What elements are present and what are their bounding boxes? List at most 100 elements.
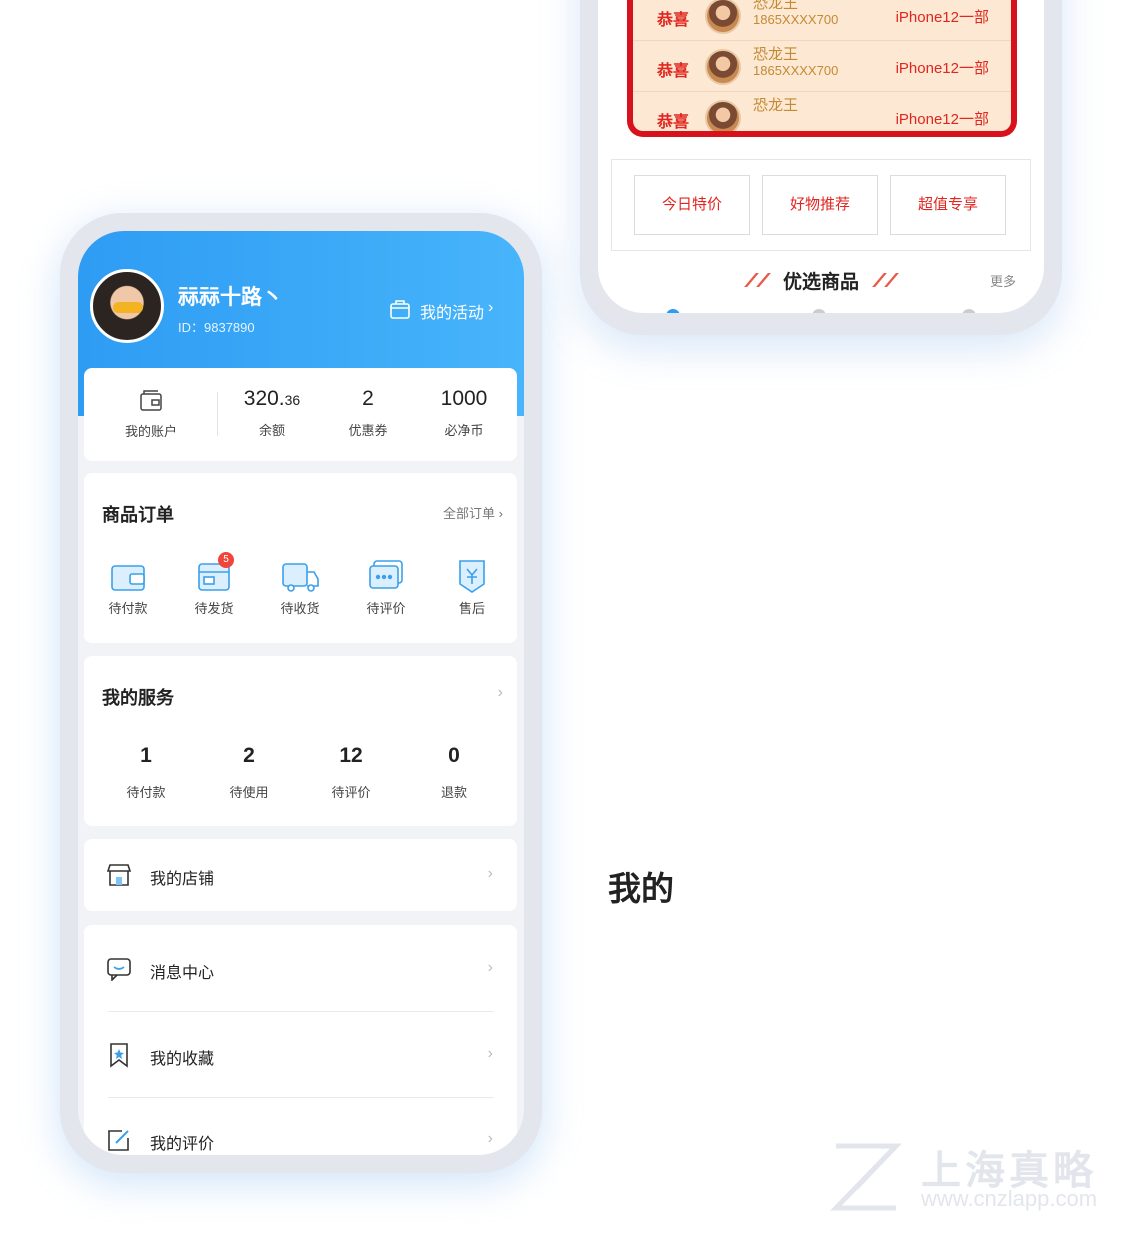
reviews-row[interactable]: 我的评价 › [84,1097,517,1155]
watermark: 上海真略 www.cnzlapp.com [826,1138,1126,1218]
today-deals-button[interactable]: 今日特价 [634,175,750,235]
order-pending-payment[interactable]: 待付款 [98,558,158,617]
shop-icon [106,864,132,886]
tab-icon[interactable] [812,309,826,313]
chevron-right-icon: › [487,865,493,882]
winner-prefix: 恭喜 [657,63,690,80]
account-stats-card: 我的账户 320.36 余额 2 优惠券 1000 必净币 [84,368,517,461]
service-count: 12 [339,744,363,767]
service-label: 待评价 [331,785,371,800]
phone-mockup: 祘祘十路丶 ID：9837890 我的活动 › 我的账户 320.36 余额 2… [60,213,542,1173]
after-sales-icon [459,560,485,593]
messages-row[interactable]: 消息中心 › [84,925,517,1011]
winner-row: 恭喜 恐龙王 1865XXXX700 iPhone12一部 [633,0,1011,41]
service-label: 待使用 [229,785,269,800]
reviews-label: 我的评价 [150,1136,215,1153]
edit-icon [108,1130,129,1151]
avatar[interactable] [90,269,164,343]
truck-icon [282,563,319,592]
brand-logo-icon [830,1143,902,1211]
coupons-value: 2 [362,387,374,410]
order-pending-review[interactable]: 待评价 [356,558,416,617]
page-caption: 我的 [608,870,674,907]
favorites-row[interactable]: 我的收藏 › [84,1011,517,1097]
wallet-icon [140,390,162,411]
chevron-right-icon[interactable]: › [498,684,503,702]
home-screen: 恭喜 恐龙王 1865XXXX700 iPhone12一部 恭喜 恐龙王 186… [598,0,1044,313]
winner-prize: iPhone12一部 [895,60,989,77]
service-to-review[interactable]: 12 待评价 [311,744,391,801]
winner-phone: 1865XXXX700 [753,63,839,78]
my-shop-row[interactable]: 我的店铺 › [84,839,517,911]
tab-indicator [666,309,680,313]
bookmark-icon [110,1043,128,1068]
service-pending-payment[interactable]: 1 待付款 [106,744,186,801]
quick-entry-box: 今日特价 好物推荐 超值专享 [611,159,1031,251]
coins-stat[interactable]: 1000 必净币 [424,368,504,439]
services-title: 我的服务 [102,688,174,708]
order-pending-receipt[interactable]: 待收货 [270,558,330,617]
profile-screen: 祘祘十路丶 ID：9837890 我的活动 › 我的账户 320.36 余额 2… [78,231,524,1155]
order-label: 待付款 [108,601,148,616]
notification-badge: 5 [218,552,234,568]
user-id: ID：9837890 [178,320,255,335]
winner-row: 恭喜 恐龙王 1865XXXX700 iPhone12一部 [633,41,1011,92]
balance-stat[interactable]: 320.36 余额 [232,368,312,439]
coupons-label: 优惠券 [348,423,388,438]
order-pending-shipment[interactable]: 5 待发货 [184,552,244,617]
winner-prize: iPhone12一部 [895,111,989,128]
tab-icon[interactable] [962,309,976,313]
chevron-right-icon: › [488,299,494,316]
service-label: 退款 [440,785,467,800]
menu-list-card: 消息中心 › 我的收藏 › 我的评价 › [84,925,517,1155]
winner-row: 恭喜 恐龙王 iPhone12一部 [633,92,1011,131]
chevron-right-icon: › [487,959,493,976]
winner-prefix: 恭喜 [657,12,690,29]
winner-avatar [705,100,741,131]
secondary-phone-mockup: 恭喜 恐龙王 1865XXXX700 iPhone12一部 恭喜 恐龙王 186… [580,0,1062,335]
winner-avatar [705,49,741,85]
order-label: 售后 [458,601,485,616]
winner-prefix: 恭喜 [657,114,690,131]
divider [217,392,218,436]
more-link[interactable]: 更多 [990,271,1016,290]
coupons-stat[interactable]: 2 优惠券 [328,368,408,439]
winner-prize: iPhone12一部 [895,9,989,26]
winner-phone: 1865XXXX700 [753,12,839,27]
gift-icon [390,300,410,319]
order-label: 待收货 [280,601,320,616]
account-label: 我的账户 [124,424,177,439]
order-label: 待发货 [194,601,234,616]
winner-avatar [705,0,741,34]
favorites-label: 我的收藏 [150,1051,215,1068]
winner-name: 恐龙王 [753,46,799,63]
service-refund[interactable]: 0 退款 [414,744,494,801]
username[interactable]: 祘祘十路丶 [178,281,283,311]
activity-label: 我的活动 [420,305,485,322]
recommend-button[interactable]: 好物推荐 [762,175,878,235]
special-offer-button[interactable]: 超值专享 [890,175,1006,235]
chevron-right-icon: › [487,1130,493,1147]
all-orders-link[interactable]: 全部订单 › [443,503,503,522]
chevron-right-icon: › [487,1045,493,1062]
service-count: 0 [448,744,460,767]
my-shop-card: 我的店铺 › [84,839,517,911]
winner-name: 恐龙王 [753,97,799,114]
coins-label: 必净币 [444,423,484,438]
service-to-use[interactable]: 2 待使用 [209,744,289,801]
watermark-url: www.cnzlapp.com [921,1186,1098,1211]
wallet-icon [111,565,145,591]
order-after-sales[interactable]: 售后 [442,558,502,617]
messages-label: 消息中心 [150,965,215,982]
my-account-button[interactable]: 我的账户 [106,368,196,440]
balance-label: 余额 [258,423,285,438]
featured-products-title: 优选商品 [782,272,859,293]
winner-list: 恭喜 恐龙王 1865XXXX700 iPhone12一部 恭喜 恐龙王 186… [627,0,1017,137]
coins-value: 1000 [440,387,488,410]
order-label: 待评价 [366,601,406,616]
balance-value: 320.36 [243,387,301,410]
message-icon [107,958,131,981]
service-label: 待付款 [126,785,166,800]
title-decoration-right [872,273,902,287]
services-card: 我的服务 › 1 待付款 2 待使用 12 待评价 0 退款 [84,656,517,826]
